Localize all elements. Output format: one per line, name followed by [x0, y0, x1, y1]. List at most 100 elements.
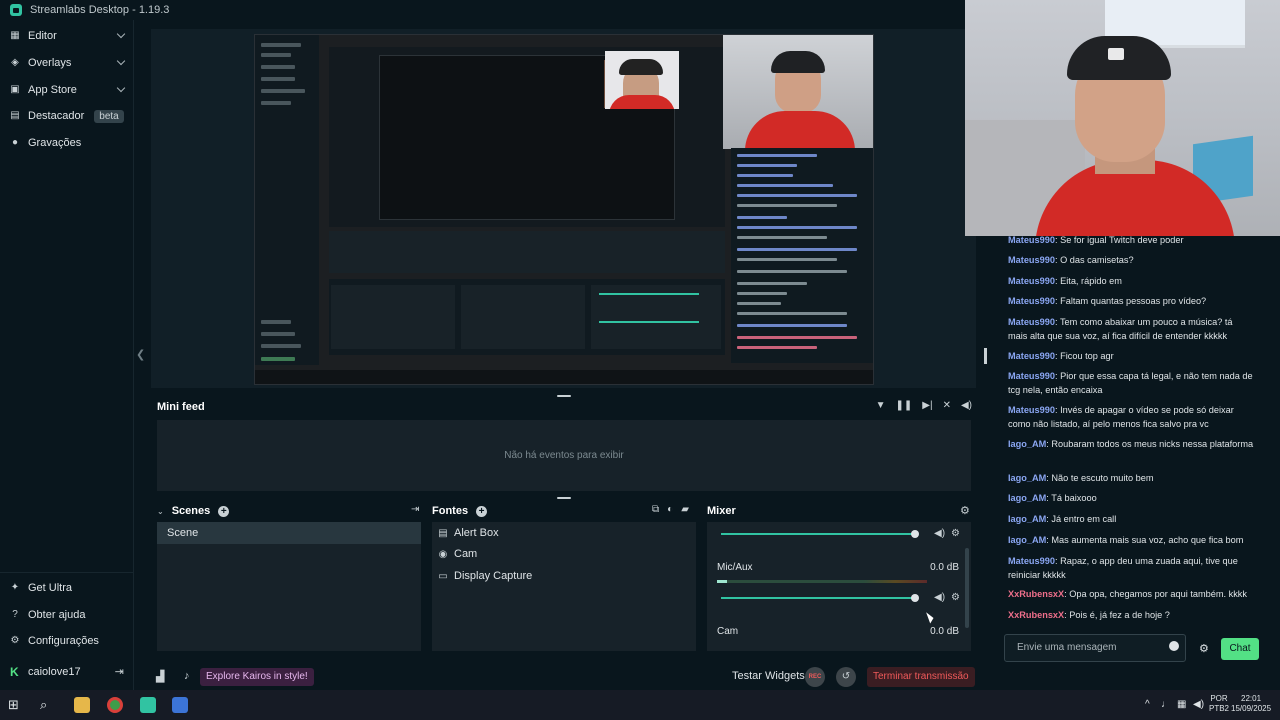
sidebar-item-destacador[interactable]: ▤ Destacador beta [0, 103, 134, 129]
windows-start-icon[interactable]: ⊞ [8, 697, 24, 713]
preview-nested-taskbar [255, 370, 873, 384]
chat-send-button[interactable]: Chat [1221, 638, 1259, 660]
sidebar-item-editor[interactable]: ▦ Editor [0, 23, 134, 49]
volume-slider-handle[interactable] [911, 594, 919, 602]
notification-bell-icon[interactable]: ♪ [184, 670, 190, 682]
test-widgets-button[interactable]: Testar Widgets [732, 670, 805, 682]
sources-list: ▤ Alert Box ◉ Cam ▭ Display Capture [432, 522, 696, 651]
sidebar-item-settings[interactable]: ⚙ Configurações [0, 628, 134, 654]
beta-badge: beta [94, 109, 124, 123]
chat-message-text: Faltam quantas pessoas pro vídeo? [1060, 296, 1207, 306]
chat-message: Iago_AM: Não te escuto muito bem [1008, 473, 1154, 483]
network-icon[interactable]: ▦ [1177, 699, 1186, 710]
performance-stats-icon[interactable]: ▟ [156, 670, 164, 683]
add-source-button[interactable]: + [476, 505, 488, 517]
speaker-icon[interactable]: ◀) [934, 592, 945, 603]
skip-icon[interactable]: ▶| [922, 400, 932, 411]
chat-message: Mateus990: Invés de apagar o vídeo se po… [1008, 405, 1234, 429]
source-item-display-capture[interactable]: ▭ Display Capture [438, 566, 532, 586]
chat-username[interactable]: Iago_AM [1008, 473, 1046, 483]
kairos-promo-button[interactable]: Explore Kairos in style! [200, 668, 314, 686]
sidebar-item-help[interactable]: ? Obter ajuda [0, 602, 134, 628]
gear-icon[interactable]: ⚙ [951, 528, 960, 539]
chat-username[interactable]: XxRubensxX [1008, 610, 1064, 620]
chat-username[interactable]: Iago_AM [1008, 535, 1046, 545]
chat-username[interactable]: Mateus990 [1008, 405, 1055, 415]
sidebar-item-get-ultra[interactable]: ✦ Get Ultra [0, 575, 134, 601]
microphone-icon[interactable]: ♩ [1161, 699, 1171, 710]
mixer-track-name: Mic/Aux [717, 562, 753, 573]
chat-message-text: Não te escuto muito bem [1051, 473, 1154, 483]
resize-handle[interactable] [557, 497, 571, 499]
chat-message-text: Tá baixooo [1051, 493, 1097, 503]
volume-slider-track[interactable] [721, 533, 917, 535]
mixer-settings-icon[interactable]: ⚙ [960, 504, 970, 517]
chat-username[interactable]: Mateus990 [1008, 317, 1055, 327]
file-explorer-icon[interactable] [74, 697, 90, 713]
sidebar-item-label: Gravações [28, 137, 82, 149]
mixer-scrollbar[interactable] [965, 548, 969, 628]
chat-username[interactable]: Mateus990 [1008, 556, 1055, 566]
chat-username[interactable]: XxRubensxX [1008, 589, 1064, 599]
chat-username[interactable]: Mateus990 [1008, 255, 1055, 265]
visibility-icon[interactable]: ◐ [667, 504, 673, 515]
preview-nested-panels [329, 279, 725, 355]
scene-item[interactable]: Scene [157, 522, 421, 544]
chat-username[interactable]: Iago_AM [1008, 493, 1046, 503]
clock[interactable]: 22:01 15/09/2025 [1231, 694, 1271, 714]
chat-message-text: Opa opa, chegamos por aqui também. kkkk [1069, 589, 1247, 599]
chat-message-input[interactable]: Envie uma mensagem [1004, 634, 1186, 662]
overlays-icon: ◈ [11, 57, 19, 68]
chat-message: Mateus990: Ficou top agr [1008, 351, 1114, 361]
volume-icon[interactable]: ◀) [961, 400, 972, 411]
app-taskbar-icon[interactable] [172, 697, 188, 713]
logout-icon[interactable]: ⇥ [115, 665, 124, 678]
chat-username[interactable]: Mateus990 [1008, 296, 1055, 306]
record-button[interactable]: REC [805, 667, 825, 687]
chat-username[interactable]: Mateus990 [1008, 276, 1055, 286]
chevron-down-icon [116, 29, 126, 39]
volume-icon[interactable]: ◀) [1193, 699, 1204, 710]
replay-buffer-icon[interactable]: ↺ [836, 667, 856, 687]
chat-username[interactable]: Iago_AM [1008, 439, 1046, 449]
source-item-alert-box[interactable]: ▤ Alert Box [438, 523, 498, 543]
chat-username[interactable]: Mateus990 [1008, 351, 1055, 361]
group-icon[interactable]: ⧉ [652, 504, 659, 515]
end-stream-button[interactable]: Terminar transmissão [867, 667, 975, 687]
add-scene-button[interactable]: + [218, 505, 230, 517]
alert-box-icon: ▤ [438, 527, 448, 539]
gear-icon[interactable]: ⚙ [951, 592, 960, 603]
user-account[interactable]: K caiolove17 ⇥ [0, 660, 134, 684]
volume-slider-track[interactable] [721, 597, 917, 599]
title-bar: Streamlabs Desktop - 1.19.3 [0, 0, 965, 20]
folder-icon[interactable]: ▰ [681, 504, 689, 515]
filter-icon[interactable]: ▼ [876, 400, 886, 411]
chat-username[interactable]: Mateus990 [1008, 371, 1055, 381]
scene-transition-icon[interactable]: ⇥ [411, 504, 419, 515]
sidebar-item-gravacoes[interactable]: ● Gravações [0, 130, 134, 156]
emoji-icon[interactable] [1169, 641, 1179, 651]
volume-slider-handle[interactable] [911, 530, 919, 538]
chat-username[interactable]: Mateus990 [1008, 235, 1055, 245]
chevron-up-icon[interactable]: ^ [1145, 699, 1150, 710]
chat-resize-handle[interactable] [984, 348, 987, 364]
chevron-down-icon[interactable]: ⌄ [157, 507, 164, 516]
sidebar-item-app-store[interactable]: ▣ App Store [0, 77, 134, 103]
sidebar-item-label: Obter ajuda [28, 609, 86, 621]
speaker-icon[interactable]: ◀) [934, 528, 945, 539]
collapse-sidebar-icon[interactable]: ❮ [136, 348, 145, 361]
search-icon[interactable]: ⌕ [40, 697, 56, 713]
chat-message: Iago_AM: Tá baixooo [1008, 493, 1097, 503]
chrome-icon[interactable] [107, 697, 123, 713]
language-indicator[interactable]: POR PTB2 [1209, 694, 1229, 714]
sidebar-item-overlays[interactable]: ◈ Overlays [0, 50, 134, 76]
source-item-cam[interactable]: ◉ Cam [438, 544, 478, 564]
chat-username[interactable]: Iago_AM [1008, 514, 1046, 524]
pause-icon[interactable]: ❚❚ [896, 400, 913, 411]
streamlabs-taskbar-icon[interactable] [140, 697, 156, 713]
windows-taskbar: ⊞ ⌕ ^ ♩ ▦ ◀) POR PTB2 22:01 15/09/2025 [0, 690, 1280, 720]
mute-alerts-icon[interactable]: ✕ [943, 400, 951, 411]
chat-message: Iago_AM: Mas aumenta mais sua voz, acho … [1008, 535, 1244, 545]
chat-settings-icon[interactable]: ⚙ [1199, 642, 1209, 655]
chat-message: Mateus990: Se for igual Twitch deve pode… [1008, 235, 1184, 245]
